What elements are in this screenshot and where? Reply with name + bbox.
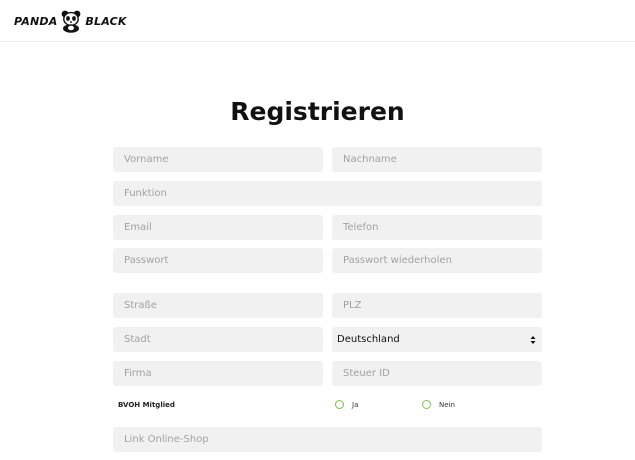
tax-id-input[interactable] [332, 361, 542, 386]
city-input[interactable] [113, 327, 323, 352]
member-yes-option[interactable]: Ja [335, 400, 358, 409]
member-yes-radio[interactable] [335, 400, 344, 409]
page-title: Registrieren [230, 97, 405, 126]
member-yes-label: Ja [352, 400, 359, 409]
function-input[interactable] [113, 181, 542, 206]
select-arrows-icon [530, 335, 536, 344]
phone-input[interactable] [332, 215, 542, 240]
online-shop-input[interactable] [113, 427, 542, 452]
panda-icon [62, 10, 81, 33]
first-name-input[interactable] [113, 147, 323, 172]
zip-input[interactable] [332, 293, 542, 318]
site-header: PANDA BLACK [0, 0, 635, 42]
member-no-radio[interactable] [422, 400, 431, 409]
logo-text-right: BLACK [85, 14, 127, 28]
last-name-input[interactable] [332, 147, 542, 172]
member-no-label: Nein [439, 400, 455, 409]
member-label: BVOH Mitglied [118, 401, 175, 409]
email-input[interactable] [113, 215, 323, 240]
member-no-option[interactable]: Nein [422, 400, 455, 409]
password-repeat-input[interactable] [332, 248, 542, 273]
country-select[interactable]: Deutschland [332, 327, 542, 352]
logo-text-left: PANDA [14, 14, 58, 28]
company-input[interactable] [113, 361, 323, 386]
street-input[interactable] [113, 293, 323, 318]
country-select-value: Deutschland [337, 334, 400, 345]
logo[interactable]: PANDA BLACK [14, 8, 127, 34]
password-input[interactable] [113, 248, 323, 273]
